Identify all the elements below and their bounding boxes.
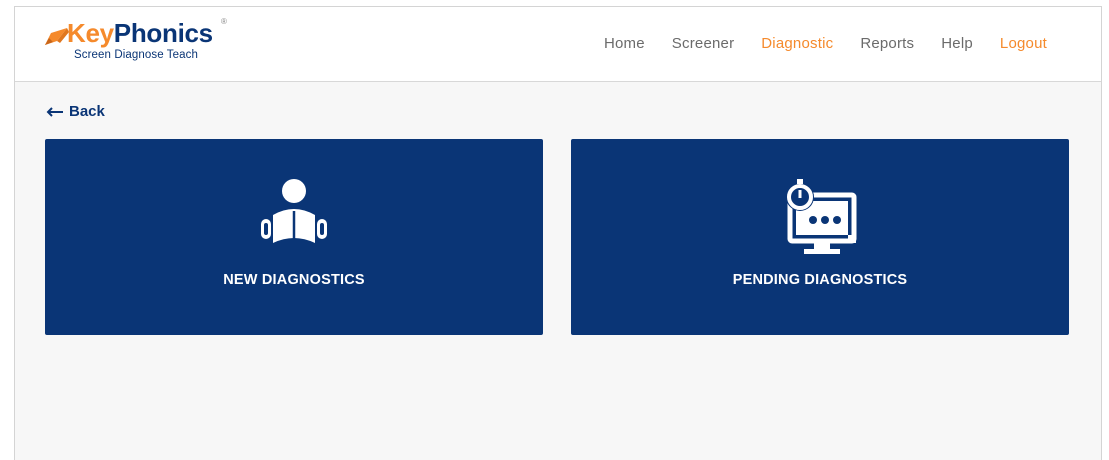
- main-nav: Home Screener Diagnostic Reports Help Lo…: [577, 35, 1047, 52]
- nav-screener[interactable]: Screener: [672, 35, 734, 52]
- back-link[interactable]: Back: [46, 103, 105, 120]
- pending-diagnostics-label: PENDING DIAGNOSTICS: [732, 272, 908, 288]
- new-diagnostics-label: NEW DIAGNOSTICS: [223, 272, 365, 288]
- stopwatch-monitor-icon: [786, 179, 857, 254]
- nav-home[interactable]: Home: [604, 35, 645, 52]
- logo-wordmark: KeyPhonics: [67, 18, 213, 48]
- logo-word-key: Key: [67, 18, 114, 48]
- keyphonics-logo[interactable]: KeyPhonics ® Screen Diagnose Teach: [41, 15, 241, 67]
- reader-book-icon: [261, 179, 327, 243]
- nav-help[interactable]: Help: [941, 35, 973, 52]
- back-label: Back: [69, 103, 105, 120]
- pencil-logo-icon: [45, 28, 69, 45]
- logo-tagline: Screen Diagnose Teach: [74, 49, 198, 61]
- new-diagnostics-card[interactable]: NEW DIAGNOSTICS: [45, 139, 543, 335]
- arrow-left-icon: [46, 106, 63, 117]
- nav-diagnostic[interactable]: Diagnostic: [761, 35, 833, 52]
- app-frame: KeyPhonics ® Screen Diagnose Teach Home …: [14, 6, 1102, 460]
- nav-reports[interactable]: Reports: [860, 35, 914, 52]
- pending-diagnostics-card[interactable]: PENDING DIAGNOSTICS: [571, 139, 1069, 335]
- registered-mark: ®: [221, 17, 227, 26]
- top-header: KeyPhonics ® Screen Diagnose Teach Home …: [15, 7, 1101, 82]
- nav-logout[interactable]: Logout: [1000, 35, 1047, 52]
- logo-word-phonics: Phonics: [113, 18, 213, 48]
